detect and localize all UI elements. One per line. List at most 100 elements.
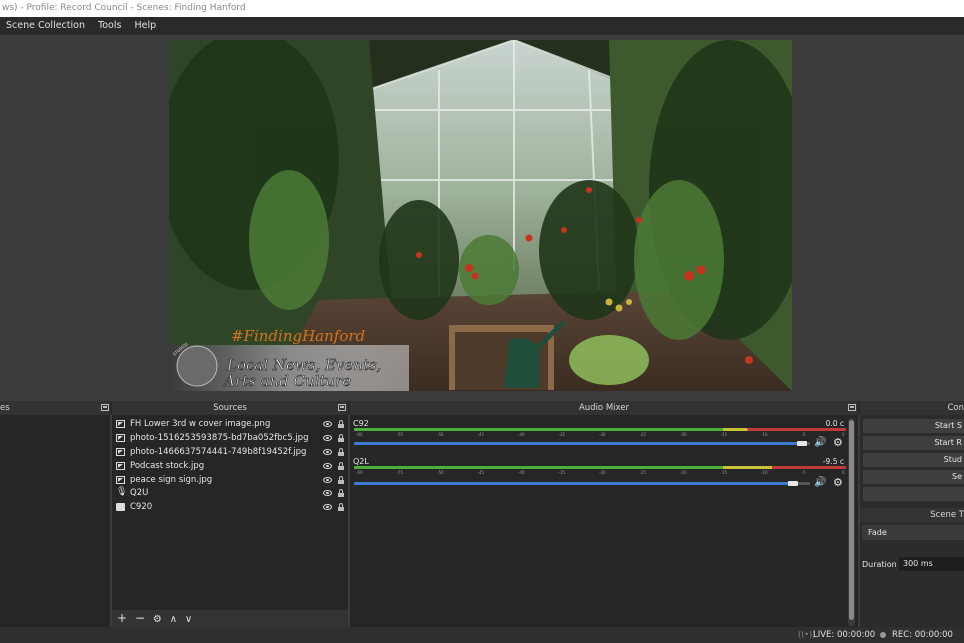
program-preview[interactable]: #FindingHanford Local News, Events, Arts… [169, 40, 792, 391]
settings-button[interactable]: Se [863, 470, 964, 484]
gear-icon[interactable]: ⚙ [833, 477, 843, 488]
remove-source-button[interactable]: − [135, 610, 145, 627]
lock-icon[interactable] [338, 434, 344, 442]
meter-tick-label: -40 [518, 470, 525, 475]
meter-tick-label: -10 [761, 432, 768, 437]
channel-db: -9.5 c [822, 457, 844, 466]
meter-tick-label: -35 [559, 432, 566, 437]
live-timer: LIVE: 00:00:00 [813, 630, 876, 640]
channel-db: 0.0 c [825, 419, 844, 428]
source-item[interactable]: 🎙 Q2U [114, 487, 346, 500]
lock-icon[interactable] [338, 476, 344, 484]
eye-icon[interactable] [323, 463, 332, 469]
greenhouse-image: #FindingHanford Local News, Events, Arts… [169, 40, 792, 391]
move-down-button[interactable]: ∨ [185, 611, 192, 628]
start-recording-button[interactable]: Start R [863, 436, 964, 450]
source-item[interactable]: photo-1466637574441-749b8f19452f.jpg [114, 446, 346, 459]
lock-icon[interactable] [338, 462, 344, 470]
meter-tick-label: -25 [640, 432, 647, 437]
sources-list[interactable]: FH Lower 3rd w cover image.png photo-151… [112, 415, 348, 610]
studio-badge [176, 345, 218, 387]
gear-icon[interactable]: ⚙ [833, 437, 843, 448]
meter-tick-label: -60 [356, 432, 363, 437]
eye-icon[interactable] [323, 490, 332, 496]
scenes-dock-title: es [0, 401, 112, 415]
speaker-icon[interactable]: 🔊 [814, 438, 826, 448]
volume-handle[interactable] [797, 441, 808, 446]
sources-title: Sources [213, 403, 247, 413]
meter-tick-label: -40 [518, 432, 525, 437]
source-properties-button[interactable]: ⚙ [153, 611, 162, 628]
menu-scene-collection[interactable]: Scene Collection [6, 20, 85, 31]
volume-slider[interactable] [354, 442, 806, 445]
scene-transitions-title: Scene T [860, 508, 964, 522]
sources-dock-title: Sources [112, 401, 350, 415]
source-label: photo-1466637574441-749b8f19452f.jpg [130, 447, 307, 457]
eye-icon[interactable] [323, 421, 332, 427]
image-icon [116, 448, 125, 456]
meter-tick-label: -15 [721, 432, 728, 437]
controls-title: Con [947, 403, 964, 413]
meter-tick-label: -15 [721, 470, 728, 475]
image-icon [116, 434, 125, 442]
meter-tick-label: -25 [640, 470, 647, 475]
eye-icon[interactable] [323, 477, 332, 483]
meter-ticks: -60 -55 -50 -45 -40 -35 -30 -25 -20 -15 -10 -5 0 [354, 469, 846, 475]
studio-mode-button[interactable]: Stud [863, 453, 964, 467]
meter-tick-label: -30 [599, 470, 606, 475]
source-item[interactable]: FH Lower 3rd w cover image.png [114, 418, 346, 431]
transition-select[interactable]: Fade [862, 525, 964, 540]
meter-tick-label: -5 [802, 432, 806, 437]
meter-tick-label: -45 [478, 432, 485, 437]
scenes-list[interactable] [0, 415, 110, 627]
source-item[interactable]: C920 [114, 501, 346, 514]
dock-title-bar: es Sources Audio Mixer Con [0, 401, 964, 415]
meter-tick-label: -45 [478, 470, 485, 475]
lock-icon[interactable] [338, 420, 344, 428]
float-icon[interactable] [848, 404, 856, 411]
menu-tools[interactable]: Tools [98, 20, 121, 31]
audio-mixer: C92 0.0 c -60 -55 -50 -45 -40 -35 -30 -25 -20 -15… [350, 415, 858, 627]
meter-tick-label: -35 [559, 470, 566, 475]
meter-tick-label: -30 [599, 432, 606, 437]
source-item[interactable]: Podcast stock.jpg [114, 460, 346, 473]
float-icon[interactable] [338, 404, 346, 411]
add-source-button[interactable]: + [117, 610, 127, 627]
lock-icon[interactable] [338, 448, 344, 456]
speaker-icon[interactable]: 🔊 [814, 478, 826, 488]
sources-toolbar: + − ⚙ ∧ ∨ [112, 610, 348, 627]
meter-tick-label: -55 [397, 432, 404, 437]
start-streaming-button[interactable]: Start S [863, 419, 964, 433]
mixer-scrollbar[interactable] [848, 418, 855, 626]
source-item[interactable]: photo-1516253593875-bd7ba052fbc5.jpg [114, 432, 346, 445]
source-item[interactable]: peace sign sign.jpg [114, 474, 346, 487]
camera-icon [116, 503, 125, 511]
float-icon[interactable] [101, 404, 109, 411]
volume-handle[interactable] [788, 481, 799, 486]
duration-input[interactable]: 300 ms [899, 557, 964, 571]
preview-area: #FindingHanford Local News, Events, Arts… [0, 35, 964, 400]
scenes-title: es [0, 403, 10, 413]
rec-timer: REC: 00:00:00 [892, 630, 953, 640]
menu-help[interactable]: Help [134, 20, 156, 31]
meter-tick-label: -55 [397, 470, 404, 475]
exit-button[interactable] [863, 487, 964, 501]
move-up-button[interactable]: ∧ [170, 611, 177, 628]
lock-icon[interactable] [338, 503, 344, 511]
rec-icon [880, 632, 886, 638]
meter-tick-label: -50 [437, 432, 444, 437]
eye-icon[interactable] [323, 504, 332, 510]
meter-tick-label: -20 [680, 432, 687, 437]
channel-name: C92 [353, 419, 369, 428]
volume-slider[interactable] [354, 482, 797, 485]
meter-tick-label: -50 [437, 470, 444, 475]
eye-icon[interactable] [323, 435, 332, 441]
eye-icon[interactable] [323, 449, 332, 455]
meter-tick-label: 0 [842, 470, 845, 475]
source-label: peace sign sign.jpg [130, 475, 213, 485]
source-label: C920 [130, 502, 153, 512]
lock-icon[interactable] [338, 489, 344, 497]
controls-dock-title: Con [860, 401, 964, 415]
source-label: FH Lower 3rd w cover image.png [130, 419, 271, 429]
status-bar: ((•)) LIVE: 00:00:00 REC: 00:00:00 [0, 627, 964, 643]
